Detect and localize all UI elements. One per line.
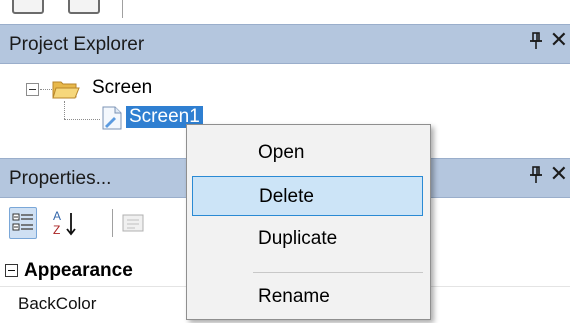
project-explorer-header: Project Explorer ✕	[0, 24, 570, 64]
category-collapse-toggle[interactable]	[5, 264, 18, 277]
screen-file-icon	[102, 106, 122, 130]
tree-collapse-toggle[interactable]	[26, 83, 39, 96]
svg-text:A: A	[53, 209, 61, 223]
menu-item-label: Duplicate	[258, 228, 338, 249]
sort-alphabetical-icon: A Z	[53, 209, 76, 237]
property-pages-button	[119, 207, 147, 239]
properties-title: Properties...	[9, 168, 112, 189]
svg-text:Z: Z	[53, 223, 60, 237]
top-toolbar	[0, 0, 570, 24]
menu-item-delete[interactable]: Delete	[192, 176, 423, 216]
alphabetical-button[interactable]: A Z	[50, 207, 78, 239]
tree-connector	[64, 101, 65, 119]
pin-icon[interactable]	[530, 32, 542, 50]
categorized-icon	[12, 213, 33, 231]
category-label: Appearance	[24, 260, 133, 281]
menu-item-label: Delete	[259, 186, 314, 207]
tree-connector	[64, 119, 100, 120]
toolbar-separator	[112, 209, 113, 237]
categorized-button[interactable]	[9, 207, 37, 239]
pin-icon[interactable]	[530, 166, 542, 184]
folder-open-icon	[52, 81, 80, 99]
toolbar-button-1[interactable]	[12, 0, 44, 14]
project-explorer-title: Project Explorer	[9, 34, 145, 55]
property-name[interactable]: BackColor	[18, 294, 96, 314]
menu-item-duplicate[interactable]: Duplicate	[192, 219, 423, 259]
menu-separator	[253, 272, 423, 273]
toolbar-separator	[122, 0, 123, 18]
menu-item-label: Rename	[258, 286, 330, 307]
property-pages-icon	[122, 214, 144, 232]
tree-connector	[40, 89, 52, 90]
toolbar-button-2[interactable]	[68, 0, 100, 14]
close-icon[interactable]: ✕	[550, 30, 568, 52]
menu-item-rename[interactable]: Rename	[192, 277, 423, 317]
tree-item-screen[interactable]: Screen	[92, 77, 152, 99]
menu-item-open[interactable]: Open	[192, 133, 423, 173]
close-icon[interactable]: ✕	[550, 164, 568, 186]
context-menu: Open Delete Duplicate Rename	[186, 124, 431, 320]
menu-item-label: Open	[258, 142, 305, 163]
